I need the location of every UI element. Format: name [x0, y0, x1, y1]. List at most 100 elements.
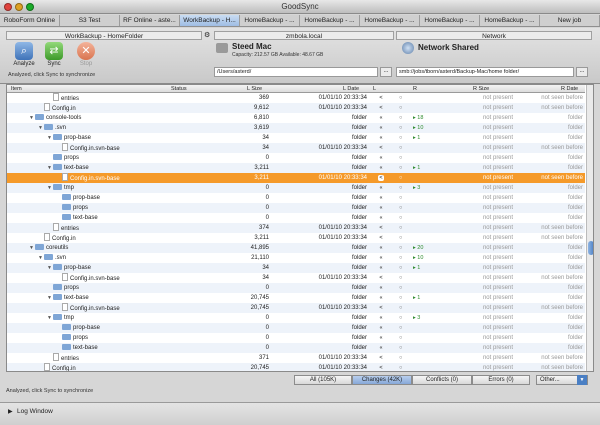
- exclude-toggle-icon[interactable]: ○: [399, 193, 413, 203]
- column-status[interactable]: Status: [171, 85, 187, 93]
- right-path-input[interactable]: [396, 67, 574, 77]
- table-row[interactable]: props 0 folder not present folder « ○: [7, 203, 585, 213]
- exclude-toggle-icon[interactable]: ○: [399, 203, 413, 213]
- table-row[interactable]: Config.in.svn-base 3,211 01/01/10 20:33:34…: [7, 173, 585, 183]
- column-rdate[interactable]: R Date: [561, 85, 578, 93]
- exclude-toggle-icon[interactable]: ○: [399, 363, 413, 371]
- exclude-toggle-icon[interactable]: ○: [399, 183, 413, 193]
- exclude-toggle-icon[interactable]: ○: [399, 113, 413, 123]
- exclude-toggle-icon[interactable]: ○: [399, 153, 413, 163]
- table-row[interactable]: ▼ tmp 0 folder ▸ 3 not present folder « ○: [7, 183, 585, 193]
- table-row[interactable]: Config.in 9,612 01/01/10 20:33:34 not prese…: [7, 103, 585, 113]
- sync-button[interactable]: ⇄ Sync: [42, 42, 66, 70]
- job-tab[interactable]: HomeBackup - ...: [300, 15, 360, 26]
- sync-direction-cell[interactable]: «: [369, 243, 393, 253]
- gear-icon[interactable]: ⚙: [204, 31, 212, 40]
- table-row[interactable]: ▼ .svn 3,619 folder ▸ 10 not present folder « ○: [7, 123, 585, 133]
- scroll-thumb[interactable]: [588, 241, 593, 255]
- sync-direction-cell[interactable]: <: [369, 233, 393, 243]
- exclude-toggle-icon[interactable]: ○: [399, 233, 413, 243]
- column-r[interactable]: R: [413, 85, 417, 93]
- filter-errors-button[interactable]: Errors (0): [472, 375, 530, 385]
- filter-other-dropdown[interactable]: Other... ▼: [536, 375, 588, 385]
- table-row[interactable]: entries 371 01/01/10 20:33:34 not present no…: [7, 353, 585, 363]
- table-row[interactable]: props 0 folder not present folder « ○: [7, 333, 585, 343]
- table-row[interactable]: Config.in 3,211 01/01/10 20:33:34 not prese…: [7, 233, 585, 243]
- sync-direction-cell[interactable]: <: [369, 103, 393, 113]
- column-ldate[interactable]: L Date: [343, 85, 359, 93]
- table-row[interactable]: Config.in.svn-base 34 01/01/10 20:33:34 not…: [7, 143, 585, 153]
- exclude-toggle-icon[interactable]: ○: [399, 173, 413, 183]
- exclude-toggle-icon[interactable]: ○: [399, 163, 413, 173]
- sync-direction-cell[interactable]: <: [369, 303, 393, 313]
- exclude-toggle-icon[interactable]: ○: [399, 353, 413, 363]
- table-row[interactable]: prop-base 0 folder not present folder « ○: [7, 193, 585, 203]
- sync-direction-cell[interactable]: «: [369, 203, 393, 213]
- sync-direction-cell[interactable]: «: [369, 313, 393, 323]
- exclude-toggle-icon[interactable]: ○: [399, 333, 413, 343]
- analyze-button[interactable]: ⌕ Analyze: [12, 42, 36, 70]
- job-tab[interactable]: HomeBackup - ...: [240, 15, 300, 26]
- job-tab[interactable]: HomeBackup - ...: [420, 15, 480, 26]
- exclude-toggle-icon[interactable]: ○: [399, 323, 413, 333]
- sync-direction-cell[interactable]: «: [369, 343, 393, 353]
- filter-conflicts-button[interactable]: Conflicts (0): [412, 375, 472, 385]
- sync-direction-cell[interactable]: «: [369, 283, 393, 293]
- sync-direction-cell[interactable]: «: [369, 323, 393, 333]
- exclude-toggle-icon[interactable]: ○: [399, 343, 413, 353]
- table-row[interactable]: ▼ text-base 20,745 folder ▸ 1 not present fold…: [7, 293, 585, 303]
- column-lsize[interactable]: L Size: [247, 85, 262, 93]
- exclude-toggle-icon[interactable]: ○: [399, 263, 413, 273]
- column-item[interactable]: Item: [11, 85, 22, 93]
- table-row[interactable]: ▼ prop-base 34 folder ▸ 1 not present folder « ○: [7, 263, 585, 273]
- vertical-scrollbar[interactable]: [586, 85, 593, 371]
- job-tab[interactable]: RoboForm Online: [0, 15, 60, 26]
- table-row[interactable]: entries 369 01/01/10 20:33:34 not present no…: [7, 93, 585, 103]
- job-tab[interactable]: S3 Test: [60, 15, 120, 26]
- exclude-toggle-icon[interactable]: ○: [399, 243, 413, 253]
- table-row[interactable]: props 0 folder not present folder « ○: [7, 283, 585, 293]
- log-window-toggle[interactable]: ▶ Log Window: [0, 402, 600, 425]
- column-l[interactable]: L: [373, 85, 376, 93]
- exclude-toggle-icon[interactable]: ○: [399, 303, 413, 313]
- table-row[interactable]: Config.in.svn-base 34 01/01/10 20:33:34 not…: [7, 273, 585, 283]
- table-row[interactable]: prop-base 0 folder not present folder « ○: [7, 323, 585, 333]
- right-browse-button[interactable]: ...: [576, 67, 588, 77]
- sync-direction-cell[interactable]: «: [369, 333, 393, 343]
- sync-direction-cell[interactable]: «: [369, 163, 393, 173]
- column-rsize[interactable]: R Size: [473, 85, 489, 93]
- table-row[interactable]: Config.in 20,745 01/01/10 20:33:34 not pres…: [7, 363, 585, 371]
- stop-button[interactable]: ✕ Stop: [74, 42, 98, 70]
- exclude-toggle-icon[interactable]: ○: [399, 283, 413, 293]
- sync-direction-cell[interactable]: «: [369, 113, 393, 123]
- exclude-toggle-icon[interactable]: ○: [399, 313, 413, 323]
- left-path-input[interactable]: [214, 67, 378, 77]
- sync-direction-cell[interactable]: <: [369, 363, 393, 371]
- exclude-toggle-icon[interactable]: ○: [399, 253, 413, 263]
- job-tab[interactable]: HomeBackup - ...: [480, 15, 540, 26]
- sync-direction-cell[interactable]: «: [369, 213, 393, 223]
- sync-direction-cell[interactable]: <: [369, 353, 393, 363]
- exclude-toggle-icon[interactable]: ○: [399, 223, 413, 233]
- table-row[interactable]: ▼ coreutils 41,895 folder ▸ 20 not present fol…: [7, 243, 585, 253]
- exclude-toggle-icon[interactable]: ○: [399, 273, 413, 283]
- sync-direction-cell[interactable]: <: [369, 223, 393, 233]
- sync-direction-cell[interactable]: <: [369, 143, 393, 153]
- table-row[interactable]: text-base 0 folder not present folder « ○: [7, 213, 585, 223]
- filter-all-button[interactable]: All (105K): [294, 375, 352, 385]
- job-tab[interactable]: RF Online - aste...: [120, 15, 180, 26]
- table-row[interactable]: ▼ .svn 21,110 folder ▸ 10 not present folder « ○: [7, 253, 585, 263]
- exclude-toggle-icon[interactable]: ○: [399, 213, 413, 223]
- sync-direction-cell[interactable]: «: [369, 293, 393, 303]
- job-tab[interactable]: New job: [540, 15, 600, 26]
- job-tab[interactable]: WorkBackup - H...: [180, 15, 240, 26]
- table-row[interactable]: props 0 folder not present folder « ○: [7, 153, 585, 163]
- table-row[interactable]: entries 374 01/01/10 20:33:34 not present no…: [7, 223, 585, 233]
- filter-changes-button[interactable]: Changes (42K): [352, 375, 412, 385]
- sync-direction-cell[interactable]: «: [369, 123, 393, 133]
- sync-direction-cell[interactable]: «: [369, 183, 393, 193]
- table-row[interactable]: ▼ prop-base 34 folder ▸ 1 not present folder « ○: [7, 133, 585, 143]
- sync-direction-cell[interactable]: <: [369, 273, 393, 283]
- table-row[interactable]: ▼ tmp 0 folder ▸ 3 not present folder « ○: [7, 313, 585, 323]
- job-tab[interactable]: HomeBackup - ...: [360, 15, 420, 26]
